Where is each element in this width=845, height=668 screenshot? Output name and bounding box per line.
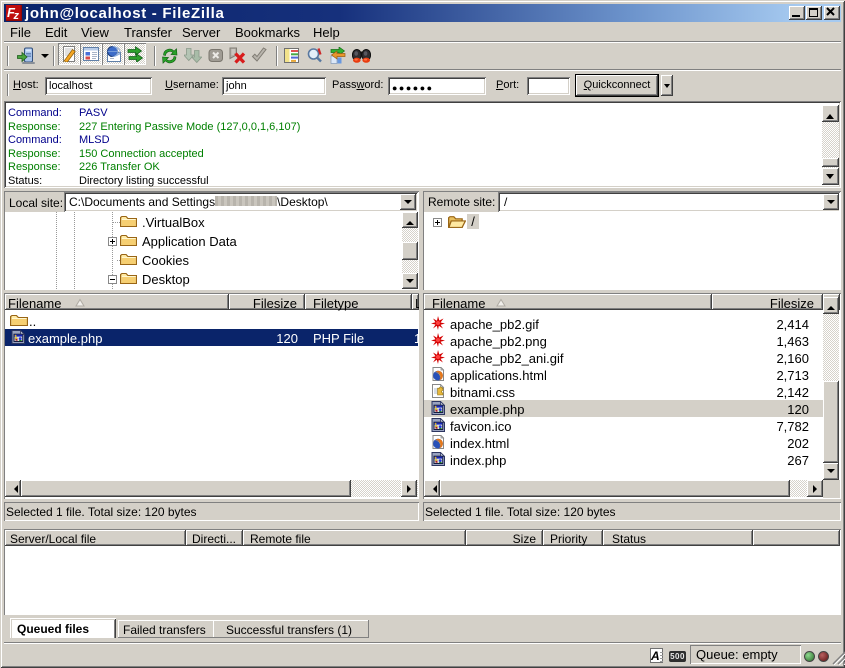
svg-text:z: z (13, 10, 20, 21)
